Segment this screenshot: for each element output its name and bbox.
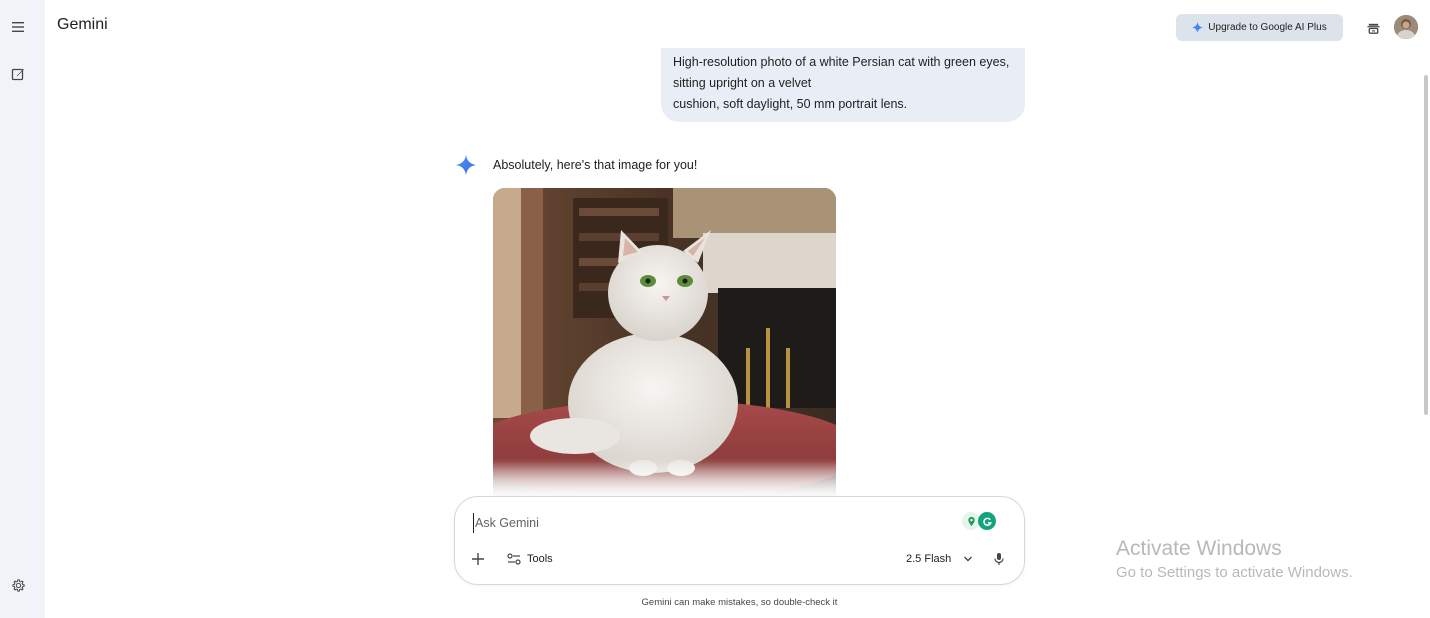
watermark-title: Activate Windows <box>1116 537 1282 560</box>
mic-icon <box>993 552 1005 566</box>
model-selector[interactable]: 2.5 Flash <box>906 553 973 565</box>
new-chat-icon[interactable] <box>6 62 30 86</box>
prompt-composer: Tools 2.5 Flash <box>454 496 1025 585</box>
settings-icon[interactable] <box>6 573 30 597</box>
user-message-line: sitting upright on a velvet <box>673 76 812 90</box>
avatar[interactable] <box>1394 15 1418 39</box>
app-title[interactable]: Gemini <box>57 16 108 34</box>
user-message: High-resolution photo of a white Persian… <box>661 48 1025 122</box>
mic-button[interactable] <box>993 552 1005 566</box>
prompt-input[interactable] <box>473 513 943 533</box>
user-message-line: cushion, soft daylight, 50 mm portrait l… <box>673 97 908 111</box>
generated-image[interactable] <box>493 188 836 498</box>
watermark-subtitle: Go to Settings to activate Windows. <box>1116 564 1353 581</box>
disclaimer: Gemini can make mistakes, so double-chec… <box>641 597 838 608</box>
add-icon <box>471 552 485 566</box>
tools-icon <box>507 553 521 565</box>
side-rail <box>0 0 45 618</box>
model-label: 2.5 Flash <box>906 553 952 565</box>
upgrade-label: Upgrade to Google AI Plus <box>1208 22 1327 33</box>
model-reply: Absolutely, here's that image for you! <box>493 158 698 172</box>
upgrade-button[interactable]: Upgrade to Google AI Plus <box>1176 14 1343 41</box>
activation-watermark: Activate Windows Go to Settings to activ… <box>1116 536 1353 584</box>
user-message-line: High-resolution photo of a white Persian… <box>673 55 1010 69</box>
incognito-icon[interactable] <box>1361 16 1385 40</box>
scrollbar[interactable] <box>1424 75 1428 415</box>
chevron-down-icon <box>963 555 973 563</box>
grammarly-icon[interactable] <box>978 512 996 530</box>
tools-button[interactable]: Tools <box>507 553 553 565</box>
add-button[interactable] <box>471 552 485 566</box>
sparkle-icon <box>1192 22 1204 33</box>
tools-label: Tools <box>527 553 553 565</box>
menu-icon[interactable] <box>6 15 30 39</box>
gemini-sparkle-icon <box>455 154 477 176</box>
